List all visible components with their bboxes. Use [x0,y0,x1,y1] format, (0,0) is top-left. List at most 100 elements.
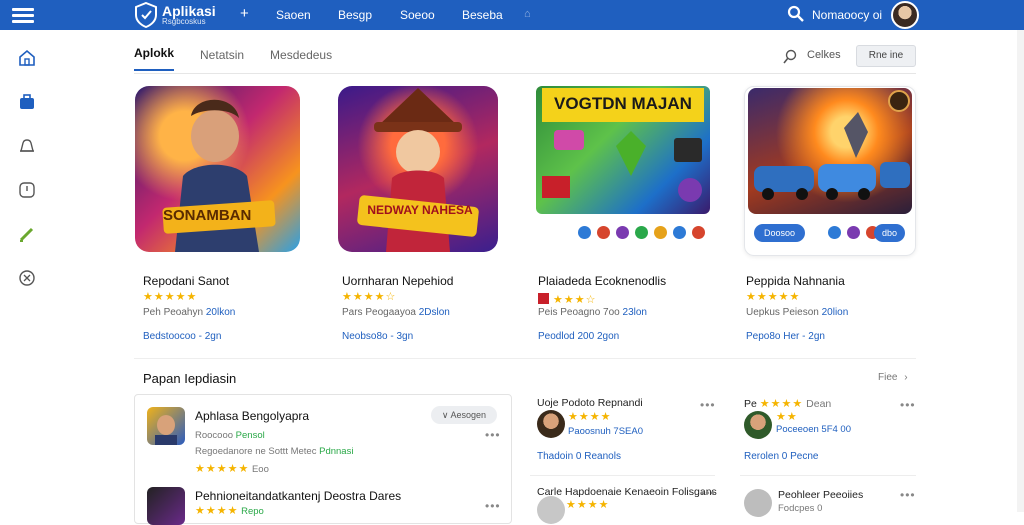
tab-2[interactable]: Netatsin [200,48,244,71]
game-rating-stars: ★★★★☆ [342,291,397,303]
list-item-title[interactable]: Pe ★★★★ Dean [744,397,831,410]
game-cover-image[interactable]: VOGTDN MAJAN [536,86,710,214]
game-link[interactable]: Peodlod 200 2gon [538,331,619,342]
avatar[interactable] [537,496,565,524]
list-item-link[interactable]: Rerolen 0 Pecne [744,451,819,462]
list-item-title-suffix: Dean [806,398,832,410]
game-meta: Uepkus Peieson 20lion [746,307,848,318]
scrollbar[interactable] [1017,30,1024,512]
nav-item-1[interactable]: Saoen [276,8,338,22]
game-title[interactable]: Uornharan Nepehiod [342,274,453,288]
app-logo[interactable]: Aplikasi Rsgbcoskus [134,2,216,28]
logo-title: Aplikasi [162,3,216,19]
app-rating-stars: ★★★★★ [195,463,250,475]
filter-button[interactable]: Rne ine [856,45,916,67]
more-options-icon[interactable]: ••• [700,398,716,412]
game-meta-label: Peis Peoagno 7oo [538,307,620,318]
game-card[interactable]: NEDWAY NAHESA Uornharan Nepehiod ★★★★☆ P… [338,86,508,342]
more-options-icon[interactable]: ••• [900,398,916,412]
menu-icon[interactable] [12,5,34,25]
publisher-icon [538,293,549,304]
section-more-link[interactable]: Fiee › [878,372,908,383]
tab-3[interactable]: Mesdedeus [270,48,332,71]
app-title[interactable]: Pehnioneitandatkantenj Deostra Dares [195,489,401,503]
app-subtitle-2: Regoedanore ne Sottt Metec Pdnnasi [195,446,353,457]
list-item-title[interactable]: Peohleer Peeoiies [778,489,863,501]
list-item-title[interactable]: Carle Hapdoenaie Kenaeoin Folisgans [537,486,717,498]
download-button[interactable]: Doosoo [754,224,806,242]
more-options-icon[interactable]: ••• [485,428,501,442]
game-link[interactable]: Neobso8o - 3gn [342,331,413,342]
section-divider [134,358,916,359]
game-link[interactable]: Bedstoocoo - 2gn [143,331,221,342]
plus-icon[interactable]: + [240,5,249,22]
game-logo-text: VOGTDN MAJAN [554,94,692,113]
bell-icon[interactable] [17,136,37,156]
avatar[interactable] [744,411,772,439]
app-icon[interactable] [147,487,185,525]
avatar[interactable] [744,489,772,517]
game-title[interactable]: Plaiadeda Ecoknenodlis [538,274,666,288]
game-card[interactable]: SONAMBAN Repodani Sanot ★★★★★ Peh Peoahy… [135,86,305,342]
avatar[interactable] [537,410,565,438]
game-logo-text: NEDWAY NAHESA [367,203,473,217]
app-icon[interactable] [147,407,185,445]
more-options-icon[interactable]: ••• [700,486,716,500]
hero-illustration [162,99,276,252]
list-item-title[interactable]: Uoje Podoto Repnandi [537,397,643,409]
game-link[interactable]: Pepo8o Her - 2gn [746,331,825,342]
app-rating-note: Eoo [251,464,269,475]
list-item-meta: Paoosnuh 7SEA0 [568,426,644,437]
pen-icon[interactable] [17,224,37,244]
platform-icon [654,226,667,239]
game-rating-stars: ★★★★★ [143,291,198,303]
list-divider [740,475,916,476]
apps-icon[interactable] [17,92,37,112]
list-divider [530,475,715,476]
rating-stars: ★★ [776,411,798,423]
app-rating: ★★★★ Repo [195,504,264,517]
nav-home-icon[interactable]: ⌂ [524,8,586,22]
more-options-icon[interactable]: ••• [485,499,501,513]
nav-item-3[interactable]: Soeoo [400,8,462,22]
game-card[interactable]: VOGTDN MAJAN Plaiadeda Ecoknenodlis ★★★☆… [536,86,712,342]
left-rail [0,30,56,512]
creator-avatar[interactable] [888,90,910,112]
more-options-icon[interactable]: ••• [900,488,916,502]
nav-item-2[interactable]: Besgp [338,8,400,22]
app-status-tag: Pensol [235,430,265,441]
platform-icon [673,226,686,239]
rating-stars: ★★★★ [566,499,610,511]
game-card[interactable]: Doosoo dbo Peppida Nahnania ★★★★★ Uepkus… [744,86,918,342]
game-cover-image[interactable]: NEDWAY NAHESA [338,86,498,252]
list-item-title-prefix: Pe [744,398,757,410]
nav-item-4[interactable]: Beseba [462,8,524,22]
app-status-tag: Pdnnasi [319,446,354,457]
user-name[interactable]: Nomaoocy oi [812,8,882,22]
app-rating-stars: ★★★★ [195,505,239,517]
app-tag[interactable]: ∨ Aesogen [431,406,497,424]
search-icon[interactable] [783,49,798,64]
rating-stars: ★★★★ [759,398,804,410]
game-cover-image[interactable] [748,88,912,214]
game-rating-stars: ★★★★★ [746,291,801,303]
search-icon[interactable] [787,5,805,23]
chevron-icon: ∨ [441,410,449,420]
game-cover-image[interactable]: SONAMBAN [135,86,300,252]
game-title[interactable]: Peppida Nahnania [746,274,845,288]
tab-apps[interactable]: Aplokk [134,46,175,71]
avatar[interactable] [891,1,919,29]
settings-icon[interactable] [17,268,37,288]
game-meta-label: Uepkus Peieson [746,307,819,318]
game-logo-text: SONAMBAN [163,207,252,224]
app-title[interactable]: Aphlasa Bengolyapra [195,409,309,423]
car-scene-illustration [754,112,910,200]
game-title[interactable]: Repodani Sanot [143,274,229,288]
clock-icon[interactable] [17,180,37,200]
home-icon[interactable] [17,48,37,68]
secondary-button[interactable]: dbo [874,224,906,242]
search-label[interactable]: Celkes [807,49,841,61]
top-nav: Saoen Besgp Soeoo Beseba ⌂ [276,8,586,22]
platform-icons [578,226,711,244]
list-item-link[interactable]: Thadoin 0 Reanols [537,451,621,462]
